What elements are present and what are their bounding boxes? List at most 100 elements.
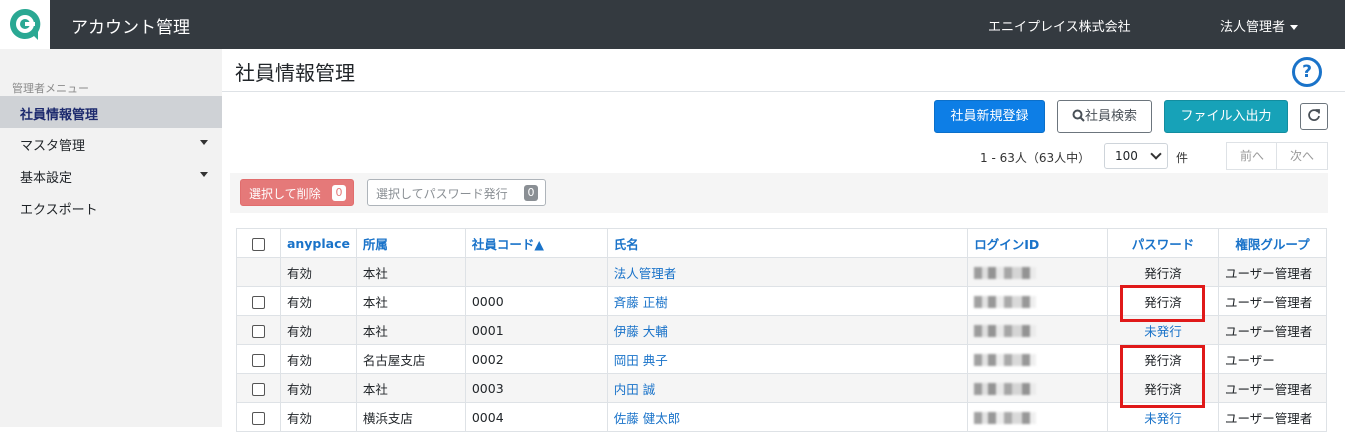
- table-row: 有効 本社 法人管理者 発行済 ユーザー管理者: [236, 257, 1328, 287]
- employee-name-link[interactable]: 岡田 典子: [614, 353, 668, 368]
- caret-down-icon: [200, 140, 208, 145]
- prev-page-button[interactable]: 前へ: [1226, 142, 1278, 170]
- cell-name: 岡田 典子: [606, 344, 969, 374]
- chevron-down-icon: [1290, 25, 1299, 30]
- cell-permission-group: ユーザー管理者: [1217, 373, 1328, 403]
- cell-permission-group: ユーザー管理者: [1217, 402, 1328, 432]
- redacted-login-id: [974, 383, 1037, 395]
- row-checkbox[interactable]: [251, 382, 265, 396]
- highlight-box: [1120, 285, 1205, 322]
- next-page-button[interactable]: 次へ: [1276, 142, 1328, 170]
- employee-name-link[interactable]: 佐藤 健太郎: [614, 411, 680, 426]
- cell-department: 名古屋支店: [355, 344, 466, 374]
- per-page-value: 100: [1115, 149, 1138, 163]
- sidebar-item-master-management[interactable]: マスタ管理: [0, 127, 222, 159]
- chevron-down-icon: [1150, 148, 1162, 160]
- column-header-employee-code[interactable]: 社員コード▲: [464, 228, 608, 258]
- delete-count-badge: 0: [332, 185, 346, 201]
- cell-login-id: [967, 286, 1109, 316]
- select-all-cell: [236, 228, 281, 258]
- top-navbar: アカウント管理 エニイプレイス株式会社 法人管理者: [0, 0, 1345, 49]
- cell-name: 斉藤 正樹: [606, 286, 969, 316]
- cell-department: 本社: [355, 373, 466, 403]
- employee-name-link[interactable]: 伊藤 大輔: [614, 324, 668, 339]
- help-icon[interactable]: ?: [1292, 57, 1322, 87]
- column-header-department[interactable]: 所属: [355, 228, 466, 258]
- cell-employee-code: 0000: [464, 286, 608, 316]
- new-employee-button[interactable]: 社員新規登録: [934, 100, 1045, 133]
- app-title: アカウント管理: [71, 18, 190, 38]
- issue-password-link[interactable]: 未発行: [1144, 324, 1182, 339]
- cell-anyplace: 有効: [279, 257, 357, 287]
- cell-anyplace: 有効: [279, 344, 357, 374]
- row-select-cell: [236, 257, 281, 287]
- employee-name-link[interactable]: 法人管理者: [614, 266, 677, 281]
- cell-password: 発行済: [1107, 257, 1219, 287]
- title-divider: [222, 91, 1345, 92]
- cell-name: 内田 誠: [606, 373, 969, 403]
- cell-name: 佐藤 健太郎: [606, 402, 969, 432]
- row-checkbox[interactable]: [251, 324, 265, 338]
- issue-password-link[interactable]: 未発行: [1144, 411, 1182, 426]
- cell-permission-group: ユーザー: [1217, 344, 1328, 374]
- cell-employee-code: 0002: [464, 344, 608, 374]
- select-all-checkbox[interactable]: [251, 237, 265, 251]
- cell-employee-code: [464, 257, 608, 287]
- cell-login-id: [967, 402, 1109, 432]
- table-header-row: anyplace 所属 社員コード▲ 氏名 ログインID パスワード 権限グルー…: [236, 228, 1328, 258]
- sidebar-item-export[interactable]: エクスポート: [0, 191, 222, 223]
- row-select-cell: [236, 402, 281, 432]
- column-header-anyplace[interactable]: anyplace: [279, 228, 357, 258]
- redacted-login-id: [974, 412, 1037, 424]
- employee-search-button[interactable]: 社員検索: [1057, 100, 1152, 133]
- redacted-login-id: [974, 354, 1037, 366]
- sidebar-item-label: 社員情報管理: [20, 108, 99, 123]
- cell-employee-code: 0004: [464, 402, 608, 432]
- column-header-permission-group[interactable]: 権限グループ: [1217, 228, 1328, 258]
- redacted-login-id: [974, 325, 1037, 337]
- search-icon: [1072, 109, 1085, 122]
- logo-area: [0, 0, 50, 49]
- row-checkbox[interactable]: [251, 295, 265, 309]
- cell-login-id: [967, 257, 1109, 287]
- sidebar-item-basic-settings[interactable]: 基本設定: [0, 159, 222, 191]
- cell-login-id: [967, 373, 1109, 403]
- delete-selected-label: 選択して削除: [249, 187, 321, 201]
- cell-login-id: [967, 344, 1109, 374]
- refresh-icon: [1308, 109, 1320, 121]
- sidebar: 管理者メニュー 社員情報管理 マスタ管理 基本設定 エクスポート: [0, 49, 222, 427]
- cell-department: 本社: [355, 257, 466, 287]
- anyplace-logo-icon[interactable]: [8, 7, 42, 41]
- employee-name-link[interactable]: 内田 誠: [614, 382, 655, 397]
- cell-department: 本社: [355, 315, 466, 345]
- user-menu-label: 法人管理者: [1220, 20, 1286, 35]
- cell-permission-group: ユーザー管理者: [1217, 286, 1328, 316]
- cell-employee-code: 0001: [464, 315, 608, 345]
- refresh-button[interactable]: [1300, 103, 1328, 130]
- redacted-login-id: [974, 296, 1037, 308]
- sidebar-heading: 管理者メニュー: [12, 82, 89, 95]
- cell-department: 本社: [355, 286, 466, 316]
- cell-anyplace: 有効: [279, 315, 357, 345]
- user-menu-dropdown[interactable]: 法人管理者: [1220, 16, 1299, 35]
- sidebar-item-label: エクスポート: [20, 203, 98, 218]
- per-page-select[interactable]: 100: [1104, 143, 1168, 169]
- row-select-cell: [236, 315, 281, 345]
- employee-name-link[interactable]: 斉藤 正樹: [614, 295, 668, 310]
- column-header-password[interactable]: パスワード: [1107, 228, 1219, 258]
- row-select-cell: [236, 373, 281, 403]
- cell-anyplace: 有効: [279, 373, 357, 403]
- sidebar-item-employee-management[interactable]: 社員情報管理: [0, 96, 222, 128]
- column-header-name[interactable]: 氏名: [606, 228, 969, 258]
- highlight-box: [1120, 345, 1205, 408]
- issue-password-selected-button[interactable]: 選択してパスワード発行 0: [367, 179, 546, 206]
- cell-anyplace: 有効: [279, 402, 357, 432]
- file-io-button[interactable]: ファイル入出力: [1164, 100, 1288, 133]
- row-checkbox[interactable]: [251, 411, 265, 425]
- cell-employee-code: 0003: [464, 373, 608, 403]
- delete-selected-button[interactable]: 選択して削除 0: [240, 179, 354, 206]
- row-checkbox[interactable]: [251, 353, 265, 367]
- cell-name: 法人管理者: [606, 257, 969, 287]
- column-header-login-id[interactable]: ログインID: [967, 228, 1109, 258]
- per-page-unit: 件: [1176, 151, 1189, 165]
